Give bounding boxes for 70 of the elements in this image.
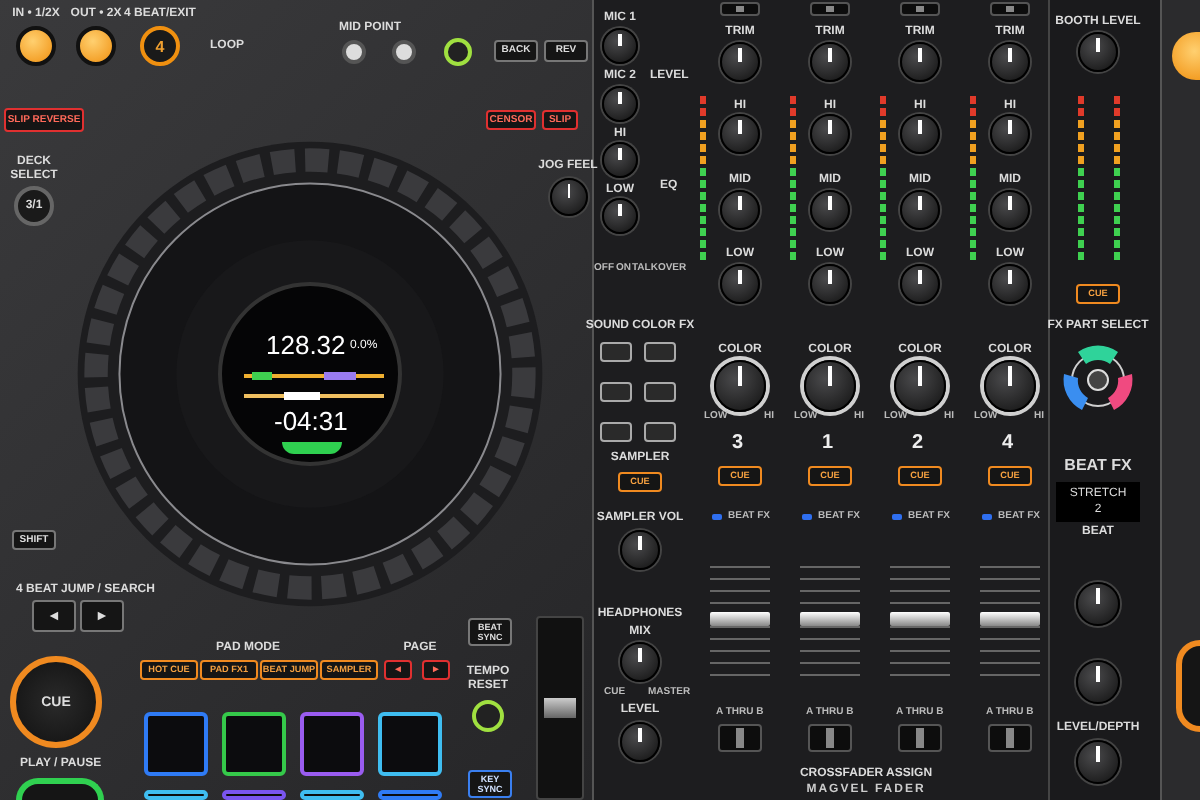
beat-fx-indicator-icon	[802, 514, 812, 520]
performance-pad[interactable]	[222, 712, 286, 776]
waveform-drawing	[244, 368, 384, 404]
mic-eq-knob[interactable]	[602, 142, 638, 178]
color-knob[interactable]	[804, 360, 856, 412]
sound-color-fx-button[interactable]	[600, 342, 632, 362]
performance-pad[interactable]	[300, 790, 364, 800]
beat-fx-indicator-icon	[982, 514, 992, 520]
eq-knob[interactable]	[900, 114, 940, 154]
headphone-mix-knob[interactable]	[620, 642, 660, 682]
time-readout: -04:31	[274, 406, 348, 436]
eq-knob[interactable]	[720, 114, 760, 154]
channel-number: 2	[912, 432, 924, 454]
input-switch[interactable]	[900, 2, 940, 16]
beat-fx-label: BEAT FX	[1064, 456, 1132, 474]
performance-pad[interactable]	[222, 790, 286, 800]
eq-knob[interactable]	[810, 264, 850, 304]
sound-color-fx-button[interactable]	[600, 422, 632, 442]
play-pause-button[interactable]	[16, 778, 104, 800]
channel-number: 4	[1002, 432, 1014, 454]
eq-knob[interactable]	[990, 190, 1030, 230]
level-depth-knob[interactable]	[1076, 740, 1120, 784]
booth-level-knob[interactable]	[1078, 32, 1118, 72]
trim-knob[interactable]	[990, 42, 1030, 82]
sampler-volume-knob[interactable]	[620, 530, 660, 570]
sound-color-fx-button[interactable]	[644, 342, 676, 362]
cue-button[interactable]	[1176, 640, 1200, 732]
eq-knob[interactable]	[900, 190, 940, 230]
crossfader-assign-switch[interactable]	[988, 724, 1032, 752]
performance-pad[interactable]	[378, 790, 442, 800]
performance-pad[interactable]	[300, 712, 364, 776]
headphone-level-knob[interactable]	[620, 722, 660, 762]
eq-knob[interactable]	[990, 264, 1030, 304]
tempo-slider-cap[interactable]	[544, 698, 576, 718]
loop-in-button[interactable]	[1172, 32, 1200, 80]
eq-knob[interactable]	[720, 264, 760, 304]
crossfader-assign-switch[interactable]	[808, 724, 852, 752]
eq-knob[interactable]	[810, 190, 850, 230]
progress-arc-icon	[282, 442, 342, 454]
performance-pad[interactable]	[378, 712, 442, 776]
tempo-slider[interactable]	[536, 616, 584, 800]
trim-knob[interactable]	[720, 42, 760, 82]
beat-fx-indicator-icon	[892, 514, 902, 520]
crossfader-assign-switch[interactable]	[898, 724, 942, 752]
mic-eq-knob[interactable]	[602, 198, 638, 234]
input-switch[interactable]	[810, 2, 850, 16]
trim-knob[interactable]	[810, 42, 850, 82]
eq-knob[interactable]	[990, 114, 1030, 154]
sound-color-fx-button[interactable]	[644, 422, 676, 442]
performance-pad[interactable]	[144, 790, 208, 800]
sound-color-fx-button[interactable]	[600, 382, 632, 402]
input-switch[interactable]	[990, 2, 1030, 16]
color-knob[interactable]	[714, 360, 766, 412]
channel-number: 3	[732, 432, 744, 454]
channel-number: 1	[822, 432, 834, 454]
mic-knob[interactable]	[602, 86, 638, 122]
bpm-readout: 128.32	[266, 330, 346, 360]
crossfader-assign-switch[interactable]	[718, 724, 762, 752]
sound-color-fx-button[interactable]	[644, 382, 676, 402]
eq-knob[interactable]	[720, 190, 760, 230]
color-knob[interactable]	[894, 360, 946, 412]
trim-knob[interactable]	[900, 42, 940, 82]
eq-knob[interactable]	[810, 114, 850, 154]
mic-knob[interactable]	[602, 28, 638, 64]
eq-knob[interactable]	[900, 264, 940, 304]
effect-select-knob[interactable]	[1076, 582, 1120, 626]
beat-fx-indicator-icon	[712, 514, 722, 520]
color-knob[interactable]	[984, 360, 1036, 412]
input-switch[interactable]	[720, 2, 760, 16]
performance-pad[interactable]	[144, 712, 208, 776]
